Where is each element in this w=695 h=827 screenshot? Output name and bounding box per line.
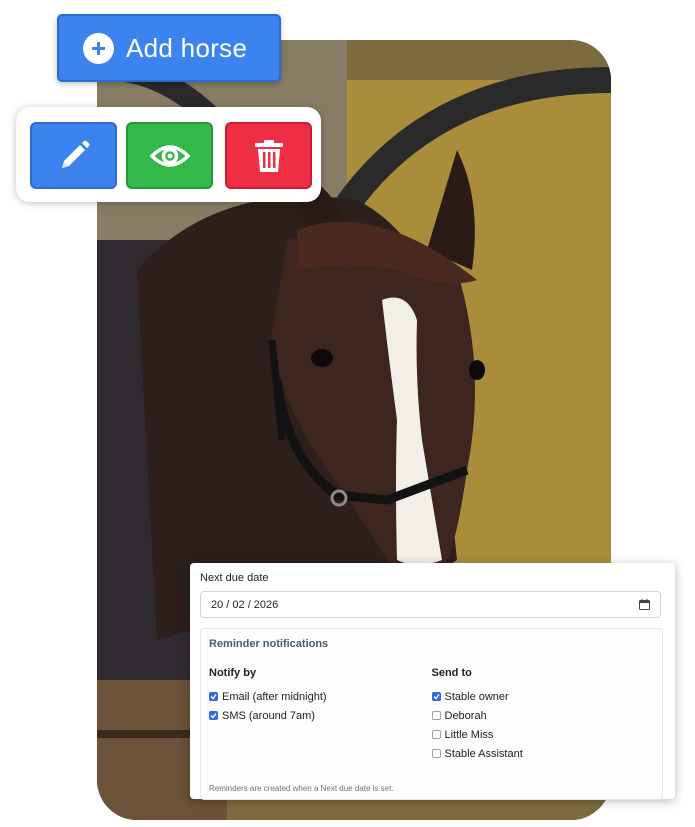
sms-checkbox[interactable] <box>209 711 218 720</box>
notify-by-title: Notify by <box>209 667 257 679</box>
email-checkbox[interactable] <box>209 692 218 701</box>
eye-icon <box>149 144 190 167</box>
trash-icon <box>254 139 283 172</box>
send-to-title: Send to <box>431 667 472 679</box>
deborah-label: Deborah <box>444 709 487 722</box>
add-horse-label: Add horse <box>126 32 248 63</box>
reminder-notifications-panel: Reminder notifications Notify by Email (… <box>200 628 663 800</box>
little-miss-label: Little Miss <box>444 728 494 741</box>
notify-by-column: Notify by Email (after midnight) SMS (ar… <box>209 667 432 763</box>
pencil-icon <box>61 140 89 168</box>
reminder-form-card: Next due date 20 / 02 / 2026 Reminder no… <box>190 563 675 800</box>
edit-button[interactable] <box>30 122 117 189</box>
send-stable-owner-option[interactable]: Stable owner <box>431 687 655 706</box>
stable-owner-label: Stable owner <box>444 690 509 703</box>
little-miss-checkbox[interactable] <box>431 730 441 739</box>
reminder-footnote: Reminders are created when a Next due da… <box>209 784 394 793</box>
due-date-value: 20 / 02 / 2026 <box>211 598 279 611</box>
due-date-input[interactable]: 20 / 02 / 2026 <box>200 591 661 618</box>
deborah-checkbox[interactable] <box>431 711 441 720</box>
sms-option-label: SMS (around 7am) <box>222 709 315 722</box>
email-option-label: Email (after midnight) <box>222 690 327 703</box>
row-actions <box>16 107 321 202</box>
notify-email-option[interactable]: Email (after midnight) <box>209 687 432 706</box>
stable-assistant-checkbox[interactable] <box>431 749 441 758</box>
view-button[interactable] <box>126 122 213 189</box>
send-stable-assistant-option[interactable]: Stable Assistant <box>431 744 655 763</box>
calendar-icon[interactable] <box>639 599 650 610</box>
stable-owner-checkbox[interactable] <box>431 692 441 701</box>
stable-assistant-label: Stable Assistant <box>444 747 523 760</box>
send-to-column: Send to Stable owner Deborah Little Miss <box>431 667 655 763</box>
plus-circle-icon <box>83 32 114 64</box>
reminder-title: Reminder notifications <box>209 638 329 650</box>
notify-sms-option[interactable]: SMS (around 7am) <box>209 706 432 725</box>
add-horse-button[interactable]: Add horse <box>57 14 281 82</box>
delete-button[interactable] <box>225 122 312 189</box>
send-deborah-option[interactable]: Deborah <box>431 706 655 725</box>
send-little-miss-option[interactable]: Little Miss <box>431 725 655 744</box>
due-date-label: Next due date <box>200 572 269 584</box>
